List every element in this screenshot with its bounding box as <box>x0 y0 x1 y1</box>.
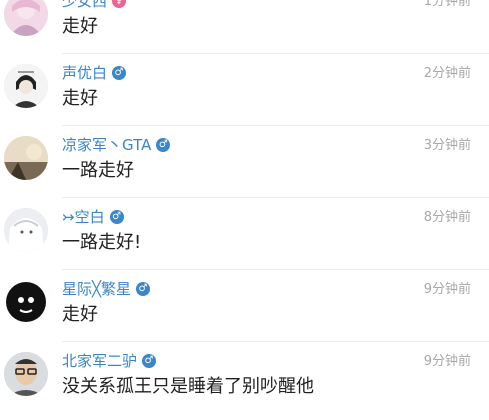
comment-item[interactable]: 少女西 ♀ 1分钟前 走好 <box>0 0 489 54</box>
username[interactable]: 星际╳繁星 <box>62 278 131 300</box>
comment-text: 一路走好! <box>62 232 142 253</box>
male-gender-icon: ♂ <box>156 138 171 152</box>
timestamp: 9分钟前 <box>423 282 471 297</box>
comment-text: 走好 <box>62 88 98 109</box>
comment-list: 少女西 ♀ 1分钟前 走好 声优白 ♂ 2分钟前 走好 凉家军丶GTA ♂ 3分… <box>0 0 489 420</box>
timestamp: 8分钟前 <box>423 210 471 225</box>
avatar[interactable] <box>4 208 48 252</box>
comment-text: 没关系孤王只是睡着了别吵醒他 <box>62 376 314 397</box>
comment-text: 一路走好 <box>62 160 134 181</box>
avatar[interactable] <box>4 0 48 36</box>
username[interactable]: 凉家军丶GTA <box>62 134 151 156</box>
timestamp: 9分钟前 <box>423 354 471 369</box>
timestamp: 2分钟前 <box>423 66 471 81</box>
avatar[interactable] <box>4 136 48 180</box>
timestamp: 1分钟前 <box>423 0 471 9</box>
male-gender-icon: ♂ <box>109 210 124 224</box>
avatar[interactable] <box>4 64 48 108</box>
avatar[interactable] <box>4 280 48 324</box>
username[interactable]: 声优白 <box>62 62 107 84</box>
username[interactable]: 少女西 <box>62 0 107 12</box>
comment-text: 走好 <box>62 304 98 325</box>
timestamp: 3分钟前 <box>423 138 471 153</box>
comment-text: 走好 <box>62 16 98 37</box>
comment-item[interactable]: 凉家军丶GTA ♂ 3分钟前 一路走好 <box>0 126 489 198</box>
comment-item[interactable]: 声优白 ♂ 2分钟前 走好 <box>0 54 489 126</box>
avatar[interactable] <box>4 352 48 396</box>
male-gender-icon: ♂ <box>142 354 157 368</box>
username[interactable]: 北家军二驴 <box>62 350 137 372</box>
username[interactable]: ↣空白 <box>62 206 105 228</box>
comment-item[interactable]: 北家军二驴 ♂ 9分钟前 没关系孤王只是睡着了别吵醒他 <box>0 342 489 420</box>
male-gender-icon: ♂ <box>136 282 151 296</box>
comment-item[interactable]: 星际╳繁星 ♂ 9分钟前 走好 <box>0 270 489 342</box>
female-gender-icon: ♀ <box>112 0 127 8</box>
comment-item[interactable]: ↣空白 ♂ 8分钟前 一路走好! <box>0 198 489 270</box>
male-gender-icon: ♂ <box>112 66 127 80</box>
